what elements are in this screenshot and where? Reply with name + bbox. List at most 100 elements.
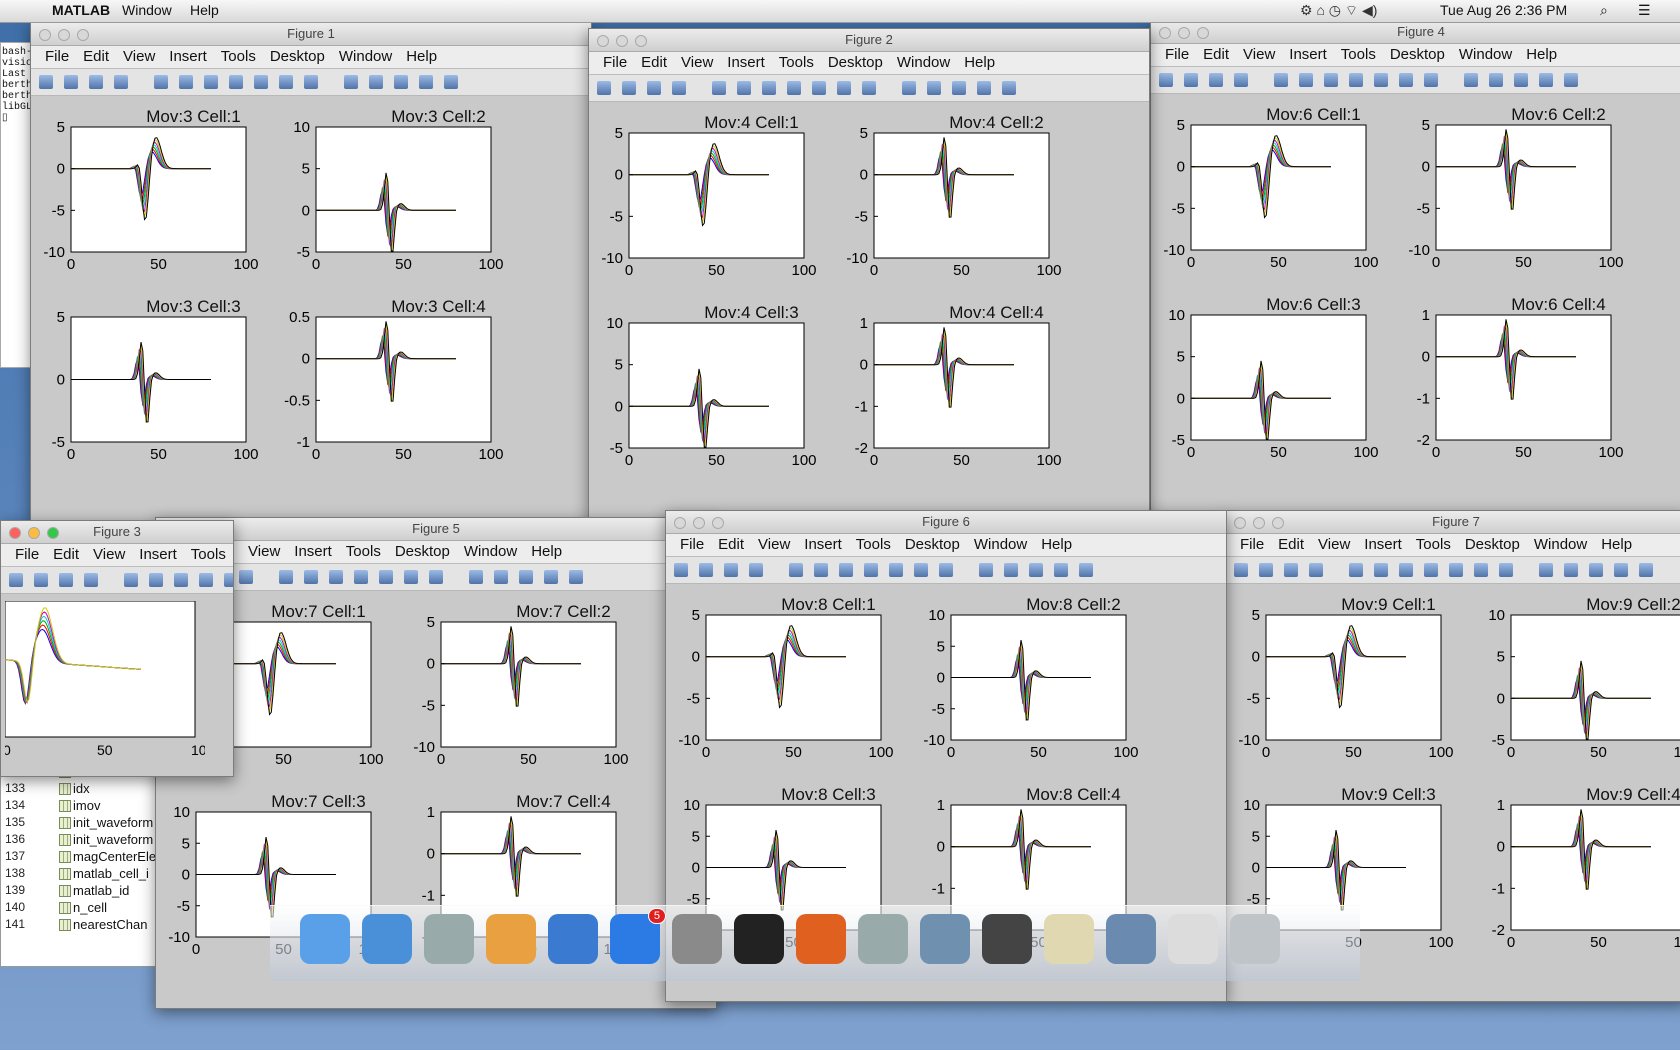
new-file-icon[interactable] bbox=[1159, 73, 1173, 87]
minimize-window-button[interactable] bbox=[616, 35, 628, 47]
subplot[interactable]: Mov:6 Cell:1 -10 -5 0 5 0 50 100 bbox=[1163, 105, 1421, 285]
close-window-button[interactable] bbox=[39, 29, 51, 41]
zoom-window-button[interactable] bbox=[47, 527, 59, 539]
pages-icon[interactable] bbox=[486, 914, 536, 964]
system-preferences-icon[interactable] bbox=[672, 914, 722, 964]
menu-help[interactable]: Help bbox=[1041, 534, 1072, 556]
menu-help[interactable]: Help bbox=[1601, 534, 1632, 556]
menu-file[interactable]: File bbox=[603, 52, 627, 74]
help-icon[interactable] bbox=[424, 914, 474, 964]
menu-edit[interactable]: Edit bbox=[1203, 44, 1229, 66]
subplot[interactable]: Mov:9 Cell:4 -2 -1 0 1 0 50 100 bbox=[1492, 785, 1680, 965]
menu-insert[interactable]: Insert bbox=[1364, 534, 1402, 556]
waveform-axes[interactable]: 0 50 100 bbox=[5, 601, 205, 761]
save-icon[interactable] bbox=[89, 75, 103, 89]
menu-insert[interactable]: Insert bbox=[139, 544, 177, 566]
menu-tools[interactable]: Tools bbox=[856, 534, 891, 556]
colorbar-icon[interactable] bbox=[369, 75, 383, 89]
subplot[interactable]: Mov:4 Cell:4 -2 -1 0 1 0 50 100 bbox=[855, 303, 1104, 483]
subplot[interactable]: Mov:8 Cell:1 -10 -5 0 5 0 50 100 bbox=[678, 595, 936, 775]
workspace-row[interactable]: 138 matlab_cell_i bbox=[1, 865, 161, 882]
datacursor-icon[interactable] bbox=[404, 570, 418, 584]
pan-icon[interactable] bbox=[864, 563, 878, 577]
datacursor-icon[interactable] bbox=[1399, 73, 1413, 87]
window-title[interactable]: Figure 7 bbox=[1226, 511, 1680, 534]
subplot-axes[interactable]: -50510050100 bbox=[1168, 307, 1378, 461]
menu-file[interactable]: File bbox=[45, 46, 69, 68]
hide-icon[interactable] bbox=[977, 81, 991, 95]
pointer-icon[interactable] bbox=[154, 75, 168, 89]
menu-edit[interactable]: Edit bbox=[83, 46, 109, 68]
link-icon[interactable] bbox=[1464, 73, 1478, 87]
menu-tools[interactable]: Tools bbox=[191, 544, 226, 566]
workspace-row[interactable]: 133 idx bbox=[1, 780, 161, 797]
menu-tools[interactable]: Tools bbox=[346, 541, 381, 563]
pan-icon[interactable] bbox=[199, 573, 213, 587]
menu-insert[interactable]: Insert bbox=[169, 46, 207, 68]
brush-icon[interactable] bbox=[1424, 73, 1438, 87]
menu-tools[interactable]: Tools bbox=[1341, 44, 1376, 66]
subplot[interactable]: Mov:9 Cell:2-50510050100 bbox=[1488, 595, 1680, 775]
workspace-row[interactable]: 137 magCenterEle bbox=[1, 848, 161, 865]
datacursor-icon[interactable] bbox=[279, 75, 293, 89]
hide-icon[interactable] bbox=[419, 75, 433, 89]
trash-icon[interactable] bbox=[1230, 914, 1280, 964]
subplot-axes[interactable]: -2 -1 0 1 0 50 100 bbox=[1492, 797, 1680, 951]
pan-icon[interactable] bbox=[1349, 73, 1363, 87]
pointer-icon[interactable] bbox=[124, 573, 138, 587]
new-file-icon[interactable] bbox=[1234, 563, 1248, 577]
minimize-window-button[interactable] bbox=[693, 517, 705, 529]
figure-window[interactable]: Figure 2 File Edit View Insert Tools Desktop Wi… bbox=[588, 28, 1150, 530]
print-icon[interactable] bbox=[84, 573, 98, 587]
new-file-icon[interactable] bbox=[39, 75, 53, 89]
minimize-window-button[interactable] bbox=[1178, 27, 1190, 39]
subplot-axes[interactable]: -5050 50 100 bbox=[52, 309, 259, 463]
print-icon[interactable] bbox=[1234, 73, 1248, 87]
datacursor-icon[interactable] bbox=[1474, 563, 1488, 577]
open-icon[interactable] bbox=[699, 563, 713, 577]
brush-icon[interactable] bbox=[304, 75, 318, 89]
pan-icon[interactable] bbox=[354, 570, 368, 584]
save-icon[interactable] bbox=[1284, 563, 1298, 577]
subplot-axes[interactable]: -10-50510050100 bbox=[923, 607, 1138, 761]
rotate-icon[interactable] bbox=[812, 81, 826, 95]
subplot-axes[interactable]: -2 -1 0 1 0 50 100 bbox=[1417, 307, 1624, 461]
close-window-button[interactable] bbox=[597, 35, 609, 47]
rotate-icon[interactable] bbox=[224, 573, 233, 587]
datacursor-icon[interactable] bbox=[837, 81, 851, 95]
rotate-icon[interactable] bbox=[254, 75, 268, 89]
subplot[interactable]: Mov:3 Cell:1 -10 -5 0 5 0 50 100 bbox=[43, 107, 301, 287]
colorbar-icon[interactable] bbox=[1004, 563, 1018, 577]
minimize-window-button[interactable] bbox=[58, 29, 70, 41]
menu-window[interactable]: Window bbox=[339, 46, 392, 68]
menu-view[interactable]: View bbox=[123, 46, 155, 68]
brush-icon[interactable] bbox=[862, 81, 876, 95]
colorbar-icon[interactable] bbox=[494, 570, 508, 584]
workspace-row[interactable]: 141 nearestChan bbox=[1, 916, 161, 933]
minimize-window-button[interactable] bbox=[1253, 517, 1265, 529]
show-icon[interactable] bbox=[444, 75, 458, 89]
spotlight-icon[interactable]: ⌕ bbox=[1600, 2, 1608, 19]
colorbar-icon[interactable] bbox=[1489, 73, 1503, 87]
brush-icon[interactable] bbox=[1499, 563, 1513, 577]
zoom-in-icon[interactable] bbox=[814, 563, 828, 577]
minimize-window-button[interactable] bbox=[28, 527, 40, 539]
menu-window[interactable]: Window bbox=[122, 2, 172, 18]
print-icon[interactable] bbox=[239, 570, 253, 584]
list-icon[interactable]: ☰ bbox=[1638, 2, 1651, 19]
workspace-row[interactable]: 136 init_waveform bbox=[1, 831, 161, 848]
rotate-icon[interactable] bbox=[1449, 563, 1463, 577]
subplot-axes[interactable]: -2 -1 0 1 0 50 100 bbox=[855, 315, 1062, 469]
zoom-window-button[interactable] bbox=[1272, 517, 1284, 529]
pointer-icon[interactable] bbox=[1274, 73, 1288, 87]
zoom-window-button[interactable] bbox=[635, 35, 647, 47]
zoom-in-icon[interactable] bbox=[1299, 73, 1313, 87]
pan-icon[interactable] bbox=[229, 75, 243, 89]
zoom-out-icon[interactable] bbox=[1399, 563, 1413, 577]
subplot[interactable]: Mov:6 Cell:4 -2 -1 0 1 0 50 100 bbox=[1417, 295, 1666, 475]
menu-file[interactable]: File bbox=[15, 544, 39, 566]
pan-icon[interactable] bbox=[1424, 563, 1438, 577]
zoom-in-icon[interactable] bbox=[149, 573, 163, 587]
print-icon[interactable] bbox=[114, 75, 128, 89]
menu-edit[interactable]: Edit bbox=[641, 52, 667, 74]
